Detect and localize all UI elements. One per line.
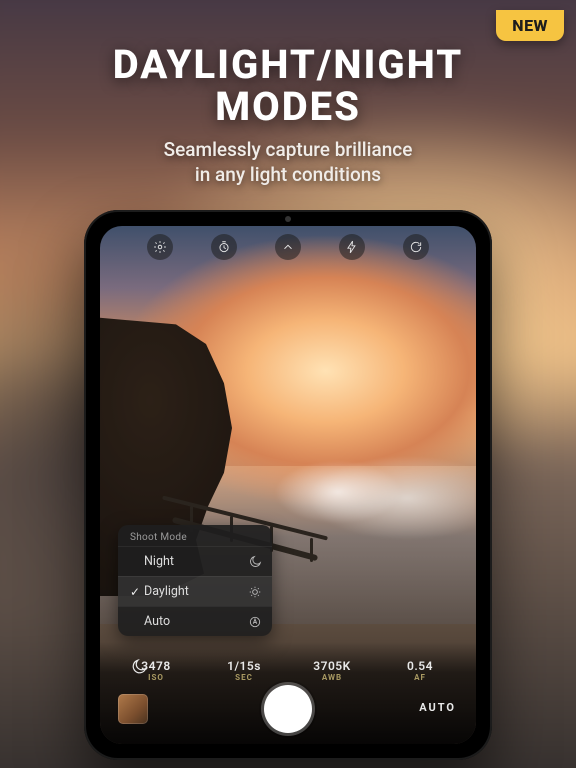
headline-title-line1: DAYLIGHT/NIGHT: [113, 41, 464, 88]
moon-icon: [248, 555, 262, 569]
readout-whitebalance[interactable]: 3705K AWB: [308, 659, 356, 682]
shutter-row: AUTO: [100, 682, 476, 736]
shoot-mode-title: Shoot Mode: [118, 525, 272, 546]
camera-app-screen: Shoot Mode Night ✓ Daylight: [100, 226, 476, 744]
headline-sub-line1: Seamlessly capture brilliance: [164, 138, 413, 161]
exposure-readouts: 3478 ISO 1/15s SEC 3705K AWB 0.54 AF: [100, 659, 476, 682]
refresh-icon[interactable]: [403, 234, 429, 260]
shoot-mode-item-label: Night: [144, 554, 248, 569]
sun-icon: [248, 585, 262, 599]
shoot-mode-item-daylight[interactable]: ✓ Daylight: [118, 576, 272, 606]
headline-title-line2: MODES: [215, 83, 361, 130]
readout-focus[interactable]: 0.54 AF: [396, 659, 444, 682]
ipad-device-frame: Shoot Mode Night ✓ Daylight: [84, 210, 492, 760]
readout-label: ISO: [132, 673, 180, 682]
last-photo-thumbnail[interactable]: [118, 694, 148, 724]
promo-stage: NEW DAYLIGHT/NIGHT MODES Seamlessly capt…: [0, 0, 576, 768]
readout-shutter[interactable]: 1/15s SEC: [220, 659, 268, 682]
readout-label: AF: [396, 673, 444, 682]
headline-subtitle: Seamlessly capture brilliance in any lig…: [24, 138, 552, 187]
flash-icon[interactable]: [339, 234, 365, 260]
shoot-mode-popover: Shoot Mode Night ✓ Daylight: [118, 525, 272, 636]
shoot-mode-item-auto[interactable]: Auto: [118, 606, 272, 636]
readout-iso[interactable]: 3478 ISO: [132, 659, 180, 682]
headline-title: DAYLIGHT/NIGHT MODES: [24, 44, 552, 128]
readout-label: AWB: [308, 673, 356, 682]
readout-label: SEC: [220, 673, 268, 682]
new-badge: NEW: [496, 10, 564, 41]
headline-sub-line2: in any light conditions: [195, 163, 381, 186]
headline: DAYLIGHT/NIGHT MODES Seamlessly capture …: [0, 44, 576, 187]
shoot-mode-item-night[interactable]: Night: [118, 546, 272, 576]
readout-value: 3478: [132, 659, 180, 673]
camera-bottom-bar: 3478 ISO 1/15s SEC 3705K AWB 0.54 AF: [100, 642, 476, 744]
capture-mode-label[interactable]: AUTO: [419, 701, 456, 714]
settings-icon[interactable]: [147, 234, 173, 260]
camera-top-bar: [100, 232, 476, 262]
readout-value: 1/15s: [220, 659, 268, 673]
readout-value: 0.54: [396, 659, 444, 673]
shoot-mode-item-label: Daylight: [144, 584, 248, 599]
shoot-mode-item-label: Auto: [144, 614, 248, 629]
timer-icon[interactable]: [211, 234, 237, 260]
shutter-button[interactable]: [264, 685, 312, 733]
readout-value: 3705K: [308, 659, 356, 673]
checkmark-icon: ✓: [130, 585, 144, 599]
auto-icon: [248, 615, 262, 629]
chevron-up-icon[interactable]: [275, 234, 301, 260]
